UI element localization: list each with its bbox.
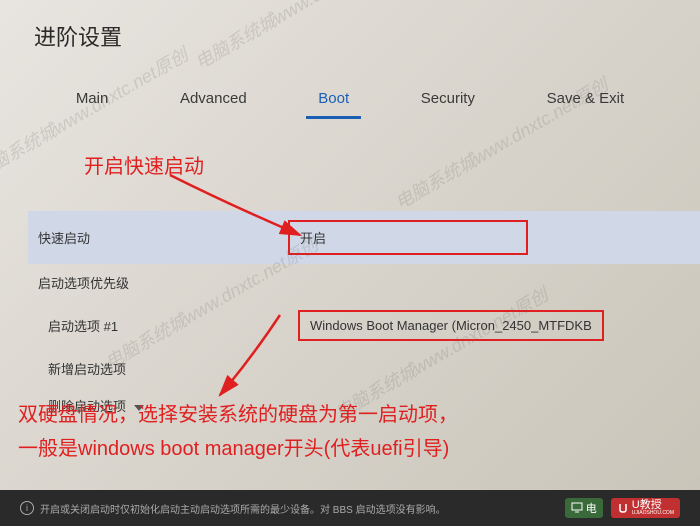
logo-badge-1: 电	[565, 498, 603, 518]
setting-boot-option-1-label: 启动选项 #1	[48, 316, 298, 335]
annotation-fast-boot-tip: 开启快速启动	[84, 150, 204, 179]
monitor-icon	[571, 502, 583, 514]
tab-boot[interactable]: Boot	[306, 84, 361, 119]
page-title: 进阶设置	[0, 0, 700, 62]
tab-save-exit[interactable]: Save & Exit	[535, 84, 637, 119]
highlight-box: Windows Boot Manager (Micron_2450_MTFDKB	[298, 310, 604, 341]
tab-bar: Main Advanced Boot Security Save & Exit	[0, 62, 700, 119]
footer: i 开启或关闭启动时仅初始化启动主动启动选项所需的最少设备。对 BBS 启动选项…	[0, 490, 700, 526]
setting-boot-priority-label: 启动选项优先级	[38, 273, 288, 292]
setting-add-boot-option[interactable]: 新增启动选项	[38, 350, 670, 387]
annotation-line-1: 双硬盘情况，选择安装系统的硬盘为第一启动项，	[18, 398, 458, 432]
logo-badge-2: U教授 UJIAOSHOU.COM	[611, 498, 680, 518]
u-icon	[617, 502, 629, 514]
footer-hint: i 开启或关闭启动时仅初始化启动主动启动选项所需的最少设备。对 BBS 启动选项…	[20, 501, 446, 516]
footer-hint-text: 开启或关闭启动时仅初始化启动主动启动选项所需的最少设备。对 BBS 启动选项没有…	[40, 501, 446, 516]
setting-boot-option-1[interactable]: 启动选项 #1 Windows Boot Manager (Micron_245…	[38, 301, 670, 350]
setting-fast-boot-label: 快速启动	[38, 228, 288, 247]
tab-advanced[interactable]: Advanced	[168, 84, 259, 119]
settings-area: 快速启动 开启 启动选项优先级 启动选项 #1 Windows Boot Man…	[0, 211, 700, 424]
setting-boot-option-1-value[interactable]: Windows Boot Manager (Micron_2450_MTFDKB	[298, 310, 670, 341]
setting-boot-priority: 启动选项优先级	[38, 264, 670, 301]
tab-main[interactable]: Main	[64, 84, 121, 119]
info-icon: i	[20, 501, 34, 515]
annotation-boot-order-tip: 双硬盘情况，选择安装系统的硬盘为第一启动项， 一般是windows boot m…	[18, 398, 458, 466]
annotation-line-2: 一般是windows boot manager开头(代表uefi引导)	[18, 432, 458, 466]
setting-fast-boot[interactable]: 快速启动 开启	[28, 211, 700, 264]
setting-fast-boot-value[interactable]: 开启	[288, 220, 670, 255]
setting-add-boot-option-label: 新增启动选项	[48, 359, 298, 378]
highlight-box: 开启	[288, 220, 528, 255]
footer-logos: 电 U教授 UJIAOSHOU.COM	[565, 498, 680, 518]
tab-security[interactable]: Security	[409, 84, 487, 119]
